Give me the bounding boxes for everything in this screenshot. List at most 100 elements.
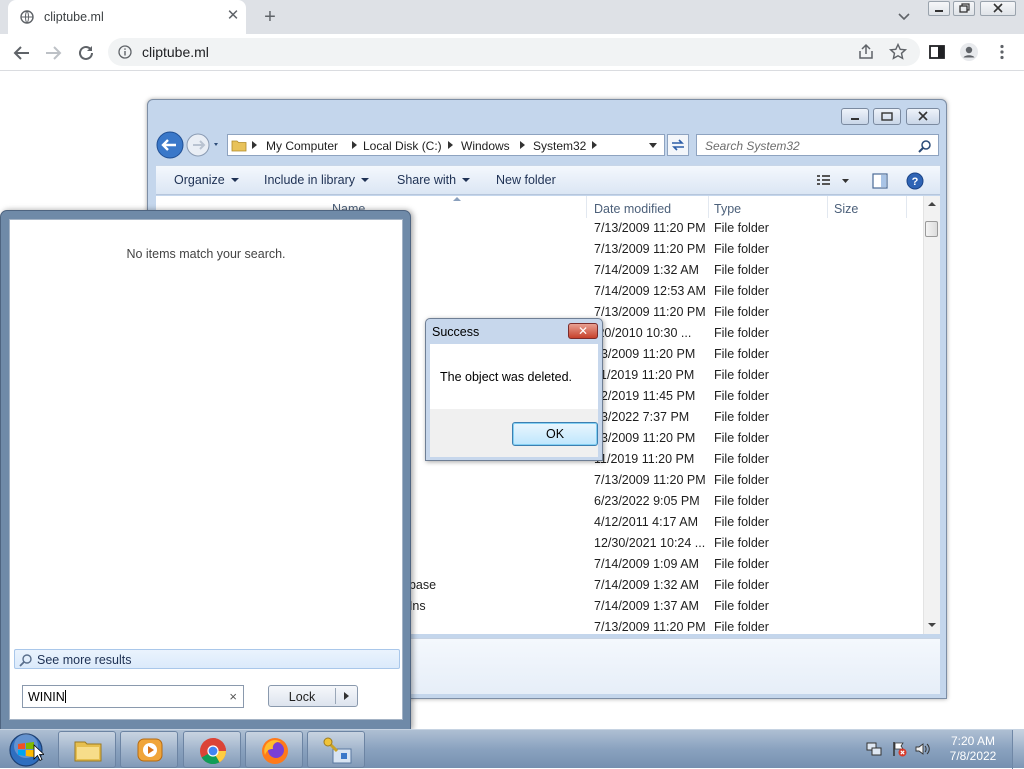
- see-more-results-link[interactable]: See more results: [14, 649, 400, 669]
- bookmark-star-icon[interactable]: [888, 42, 908, 62]
- breadcrumb-separator-icon[interactable]: [352, 141, 357, 149]
- scroll-up-arrow-icon[interactable]: [928, 201, 936, 206]
- search-placeholder: Search System32: [705, 139, 800, 153]
- forward-arrow-icon[interactable]: [186, 133, 210, 157]
- explorer-close-button[interactable]: [906, 108, 940, 125]
- cell-date-modified: 7/14/2009 1:32 AM: [594, 263, 699, 277]
- back-arrow-icon[interactable]: [156, 131, 184, 159]
- cell-date-modified: 13/2009 11:20 PM: [594, 347, 696, 361]
- help-icon[interactable]: ?: [906, 172, 924, 190]
- profile-avatar-icon[interactable]: [959, 42, 979, 62]
- site-info-icon[interactable]: [118, 45, 132, 59]
- firefox-icon: [262, 738, 288, 764]
- start-button-icon[interactable]: [8, 732, 44, 768]
- cell-type: File folder: [714, 347, 769, 361]
- include-in-library-menu[interactable]: Include in library: [264, 173, 370, 187]
- system-clock[interactable]: 7:20 AM 7/8/2022: [940, 734, 1006, 764]
- breadcrumb-system32[interactable]: System32: [533, 139, 586, 153]
- vertical-scrollbar[interactable]: [923, 196, 940, 634]
- explorer-maximize-button[interactable]: [873, 108, 901, 125]
- explorer-nav-buttons: [156, 131, 218, 159]
- tab-title: cliptube.ml: [44, 10, 104, 24]
- shutdown-options-arrow-icon[interactable]: [344, 692, 349, 700]
- breadcrumb-separator-icon[interactable]: [520, 141, 525, 149]
- window-restore-button[interactable]: [953, 1, 975, 16]
- lock-button[interactable]: Lock: [268, 685, 358, 707]
- column-divider[interactable]: [586, 196, 587, 218]
- organize-menu[interactable]: Organize: [174, 173, 239, 187]
- sort-ascending-icon: [453, 197, 461, 201]
- side-panel-icon[interactable]: [927, 42, 947, 62]
- new-tab-button[interactable]: +: [258, 5, 282, 29]
- taskbar-setup-tool-button[interactable]: [307, 731, 365, 768]
- close-icon: ✕: [577, 324, 589, 338]
- tab-search-chevron-icon[interactable]: [894, 8, 914, 26]
- taskbar-firefox-button[interactable]: [245, 731, 303, 768]
- refresh-icon[interactable]: [667, 134, 689, 156]
- share-with-menu[interactable]: Share with: [397, 173, 471, 187]
- cell-type: File folder: [714, 221, 769, 235]
- dialog-close-button[interactable]: ✕: [568, 323, 598, 339]
- address-bar[interactable]: cliptube.ml: [108, 38, 920, 66]
- cell-type: File folder: [714, 263, 769, 277]
- taskbar-chrome-button[interactable]: [183, 731, 241, 768]
- volume-icon[interactable]: [914, 741, 930, 757]
- window-close-button[interactable]: [980, 1, 1016, 16]
- show-desktop-button[interactable]: [1012, 730, 1024, 769]
- share-icon[interactable]: [856, 42, 876, 62]
- no-results-message: No items match your search.: [126, 247, 286, 261]
- column-header-date[interactable]: Date modified: [594, 202, 671, 216]
- browser-tab[interactable]: cliptube.ml ✕: [8, 0, 246, 34]
- explorer-address-bar[interactable]: My Computer Local Disk (C:) Windows Syst…: [227, 134, 665, 156]
- search-icon: [19, 654, 32, 667]
- breadcrumb-local-disk[interactable]: Local Disk (C:): [363, 139, 442, 153]
- cell-date-modified: 11/2019 11:20 PM: [594, 368, 695, 382]
- column-divider[interactable]: [827, 196, 828, 218]
- explorer-icon: [74, 741, 102, 762]
- breadcrumb-separator-icon[interactable]: [592, 141, 597, 149]
- ok-button[interactable]: OK: [512, 422, 598, 446]
- back-arrow-icon[interactable]: [9, 40, 35, 66]
- see-more-results-label: See more results: [37, 653, 132, 667]
- cell-date-modified: 7/14/2009 1:32 AM: [594, 578, 699, 592]
- globe-icon: [20, 10, 34, 24]
- column-header-type[interactable]: Type: [714, 202, 741, 216]
- explorer-search-input[interactable]: Search System32: [696, 134, 939, 156]
- media-player-icon: [137, 738, 163, 762]
- view-options-icon[interactable]: [816, 173, 850, 189]
- start-search-input[interactable]: WININ ×: [22, 685, 244, 708]
- scroll-thumb[interactable]: [925, 221, 938, 237]
- breadcrumb-my-computer[interactable]: My Computer: [266, 139, 338, 153]
- cell-date-modified: /20/2010 10:30 ...: [594, 326, 692, 340]
- chevron-down-icon: [462, 178, 471, 182]
- reload-icon[interactable]: [73, 40, 99, 66]
- setup-tool-icon: [323, 737, 352, 764]
- column-divider[interactable]: [708, 196, 709, 218]
- preview-pane-icon[interactable]: [872, 173, 888, 189]
- cell-type: File folder: [714, 284, 769, 298]
- taskbar-media-player-button[interactable]: [120, 731, 178, 768]
- taskbar: 7:20 AM 7/8/2022: [0, 729, 1024, 769]
- close-icon: [918, 111, 928, 121]
- new-folder-button[interactable]: New folder: [496, 173, 556, 187]
- search-icon[interactable]: [918, 139, 932, 153]
- more-menu-icon[interactable]: [992, 42, 1012, 62]
- history-dropdown-icon[interactable]: [214, 143, 218, 146]
- cell-date-modified: 12/30/2021 10:24 ...: [594, 536, 706, 550]
- address-dropdown-icon[interactable]: [648, 142, 658, 150]
- window-minimize-button[interactable]: [928, 1, 950, 16]
- breadcrumb-separator-icon[interactable]: [448, 141, 453, 149]
- column-divider[interactable]: [906, 196, 907, 218]
- forward-arrow-icon[interactable]: [40, 40, 66, 66]
- clear-search-icon[interactable]: ×: [229, 689, 237, 704]
- tab-close-icon[interactable]: ✕: [224, 7, 242, 25]
- explorer-minimize-button[interactable]: [841, 108, 869, 125]
- column-header-size[interactable]: Size: [834, 202, 858, 216]
- breadcrumb-windows[interactable]: Windows: [461, 139, 510, 153]
- cell-date-modified: 6/23/2022 9:05 PM: [594, 494, 700, 508]
- taskbar-explorer-button[interactable]: [58, 731, 116, 768]
- cell-date-modified: 7/13/2009 11:20 PM: [594, 221, 706, 235]
- network-icon[interactable]: [866, 741, 882, 757]
- action-center-flag-icon[interactable]: [891, 741, 907, 757]
- scroll-down-arrow-icon[interactable]: [928, 623, 936, 628]
